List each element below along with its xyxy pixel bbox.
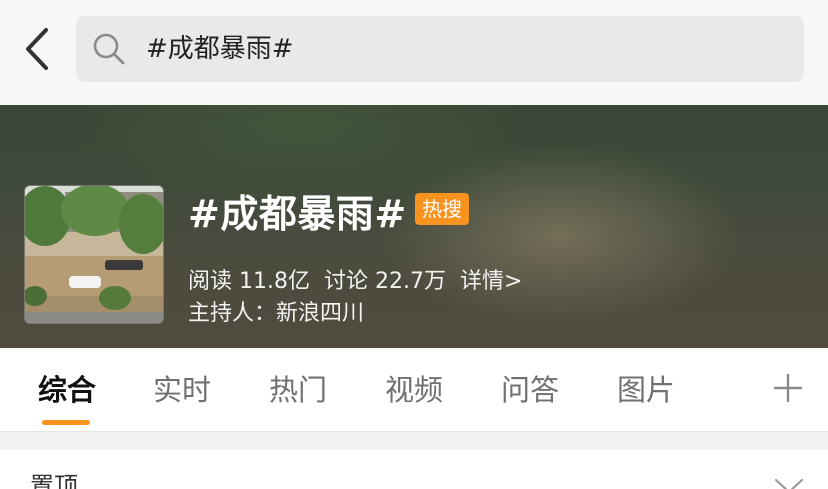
read-count: 阅读 11.8亿	[188, 269, 310, 294]
topic-title: #成都暴雨#	[188, 192, 407, 236]
topic-host: 主持人：新浪四川	[188, 301, 365, 326]
discussion-count: 讨论 22.7万	[323, 269, 446, 294]
hot-search-badge: 热搜	[415, 193, 469, 225]
topic-thumbnail[interactable]	[24, 185, 164, 324]
tab-qa[interactable]: 问答	[501, 348, 559, 432]
search-box[interactable]: #成都暴雨#	[76, 16, 804, 82]
topic-header: #成都暴雨# 热搜 阅读 11.8亿 讨论 22.7万 详情> 主持人：新浪四川	[0, 105, 828, 348]
topic-stats: 阅读 11.8亿 讨论 22.7万 详情>	[188, 263, 536, 295]
section-divider	[0, 432, 828, 450]
search-icon	[93, 33, 125, 65]
chevron-down-icon[interactable]	[774, 478, 804, 489]
plus-icon[interactable]	[772, 372, 804, 404]
pinned-label: 置顶	[30, 472, 78, 489]
pinned-section[interactable]: 置顶	[0, 450, 828, 489]
top-bar: #成都暴雨#	[0, 0, 828, 105]
flood-photo-image	[25, 186, 163, 323]
tab-images[interactable]: 图片	[617, 348, 675, 432]
details-link[interactable]: 详情>	[460, 269, 522, 294]
tab-video[interactable]: 视频	[385, 348, 443, 432]
tab-hot[interactable]: 热门	[269, 348, 327, 432]
tab-bar: 综合 实时 热门 视频 问答 图片	[0, 348, 828, 432]
back-arrow-icon	[26, 28, 48, 70]
active-tab-indicator	[42, 420, 90, 425]
tab-realtime[interactable]: 实时	[153, 348, 211, 432]
back-button[interactable]	[18, 26, 58, 72]
search-input[interactable]: #成都暴雨#	[146, 16, 294, 82]
